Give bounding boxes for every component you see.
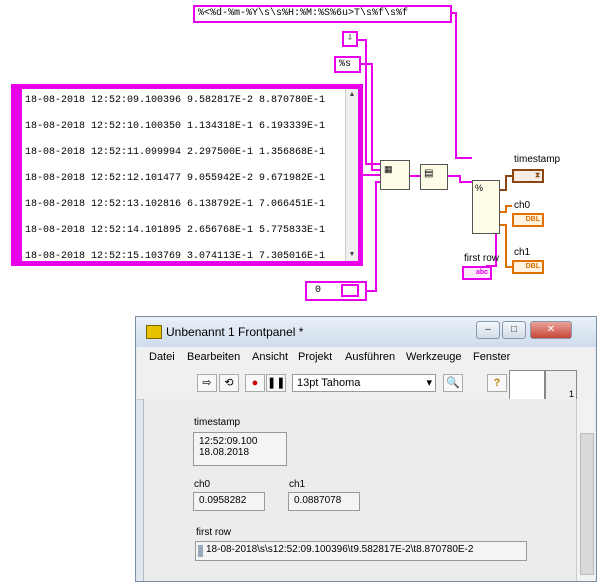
timestamp-indicator[interactable]: ⧗ (512, 169, 544, 183)
window-titlebar[interactable]: Unbenannt 1 Frontpanel * – □ ✕ (136, 317, 596, 347)
delimiter-enum-constant[interactable]: ⇩ (342, 31, 358, 47)
run-arrow-icon[interactable]: ⇨ (197, 374, 217, 392)
array-row: 18-08-2018 12:52:09.100396 9.582817E-2 8… (25, 95, 326, 106)
connector-pane-icon[interactable] (509, 370, 545, 400)
ch1-indicator[interactable]: DBL (512, 260, 544, 274)
index-array-node[interactable]: ▤ (420, 164, 448, 190)
string-array-constant[interactable]: 18-08-2018 12:52:09.100396 9.582817E-2 8… (11, 84, 363, 266)
chevron-down-icon: ▾ (426, 377, 432, 389)
first-row-display[interactable]: 18-08-2018\s\s12:52:09.100396\t9.582817E… (195, 541, 527, 561)
arrow-down-icon: ⇩ (346, 33, 354, 44)
maximize-button[interactable]: □ (502, 321, 526, 339)
array-row: 18-08-2018 12:52:12.101477 9.055942E-2 9… (25, 173, 326, 184)
panel-ch1-label: ch1 (289, 479, 306, 490)
front-panel-window[interactable]: Unbenannt 1 Frontpanel * – □ ✕ Datei Bea… (135, 316, 597, 582)
search-icon[interactable]: 🔍 (443, 374, 463, 392)
ch1-display[interactable]: 0.0887078 (288, 492, 360, 511)
scan-from-string-node[interactable]: % (472, 180, 500, 234)
array-row: 18-08-2018 12:52:14.101895 2.656768E-1 5… (25, 225, 326, 236)
window-title: Unbenannt 1 Frontpanel * (166, 325, 304, 339)
array-grid-icon: ▦ (384, 164, 393, 174)
array-scrollbar[interactable]: ▲ ▼ (345, 89, 358, 261)
font-select[interactable]: 13pt Tahoma ▾ (292, 374, 436, 392)
menu-datei[interactable]: Datei (149, 351, 175, 363)
panel-first-row-label: first row (196, 527, 231, 538)
menu-projekt[interactable]: Projekt (298, 351, 332, 363)
menu-ausfuehren[interactable]: Ausführen (345, 351, 395, 363)
run-continuous-icon[interactable]: ⟲ (219, 374, 239, 392)
first-row-indicator[interactable]: abc (462, 266, 492, 280)
array-row: 18-08-2018 12:52:10.100350 1.134318E-1 6… (25, 121, 326, 132)
abort-icon[interactable]: ● (245, 374, 265, 392)
panel-scrollbar[interactable] (576, 399, 595, 581)
close-button[interactable]: ✕ (530, 321, 572, 339)
front-panel-area: timestamp 12:52:09.100 18.08.2018 ch0 0.… (143, 399, 576, 581)
delimiter-constant[interactable]: %s (334, 56, 361, 73)
menu-fenster[interactable]: Fenster (473, 351, 510, 363)
array-row: 18-08-2018 12:52:15.103769 3.074113E-1 7… (25, 251, 326, 262)
vi-icon[interactable]: 1 (545, 370, 577, 400)
menu-bar: Datei Bearbeiten Ansicht Projekt Ausführ… (137, 347, 595, 369)
toolbar: ⇨ ⟲ ● ❚❚ 13pt Tahoma ▾ 🔍 ? 1 (137, 369, 595, 400)
timestamp-display[interactable]: 12:52:09.100 18.08.2018 (193, 432, 287, 466)
scroll-down-icon[interactable]: ▼ (346, 249, 358, 261)
first-row-label: first row (464, 253, 499, 264)
scroll-thumb[interactable] (580, 433, 594, 575)
menu-werkzeuge[interactable]: Werkzeuge (406, 351, 461, 363)
array-row: 18-08-2018 12:52:11.099994 2.297500E-1 1… (25, 147, 326, 158)
ch0-indicator[interactable]: DBL (512, 213, 544, 227)
pause-icon[interactable]: ❚❚ (266, 374, 286, 392)
build-array-node[interactable]: ▦ (380, 160, 410, 190)
menu-bearbeiten[interactable]: Bearbeiten (187, 351, 240, 363)
string-cursor-icon (198, 545, 203, 557)
offset-constant[interactable]: 0 (305, 281, 367, 301)
panel-ch0-label: ch0 (194, 479, 211, 490)
ch0-label: ch0 (514, 200, 531, 211)
scroll-up-icon[interactable]: ▲ (346, 89, 358, 101)
labview-app-icon (146, 325, 162, 339)
timestamp-label: timestamp (514, 154, 561, 165)
minimize-button[interactable]: – (476, 321, 500, 339)
menu-ansicht[interactable]: Ansicht (252, 351, 288, 363)
panel-timestamp-label: timestamp (194, 417, 241, 428)
scan-string-icon: % (475, 183, 484, 193)
format-string-constant[interactable]: %<%d-%m-%Y\s\s%H:%M:%S%6u>T\s%f\s%f (193, 5, 452, 23)
help-icon[interactable]: ? (487, 374, 507, 392)
array-row: 18-08-2018 12:52:13.102816 6.138792E-1 7… (25, 199, 326, 210)
ch0-display[interactable]: 0.0958282 (193, 492, 265, 511)
index-grid-icon: ▤ (424, 168, 434, 179)
ch1-label: ch1 (514, 247, 531, 258)
offset-box-icon (341, 284, 359, 297)
